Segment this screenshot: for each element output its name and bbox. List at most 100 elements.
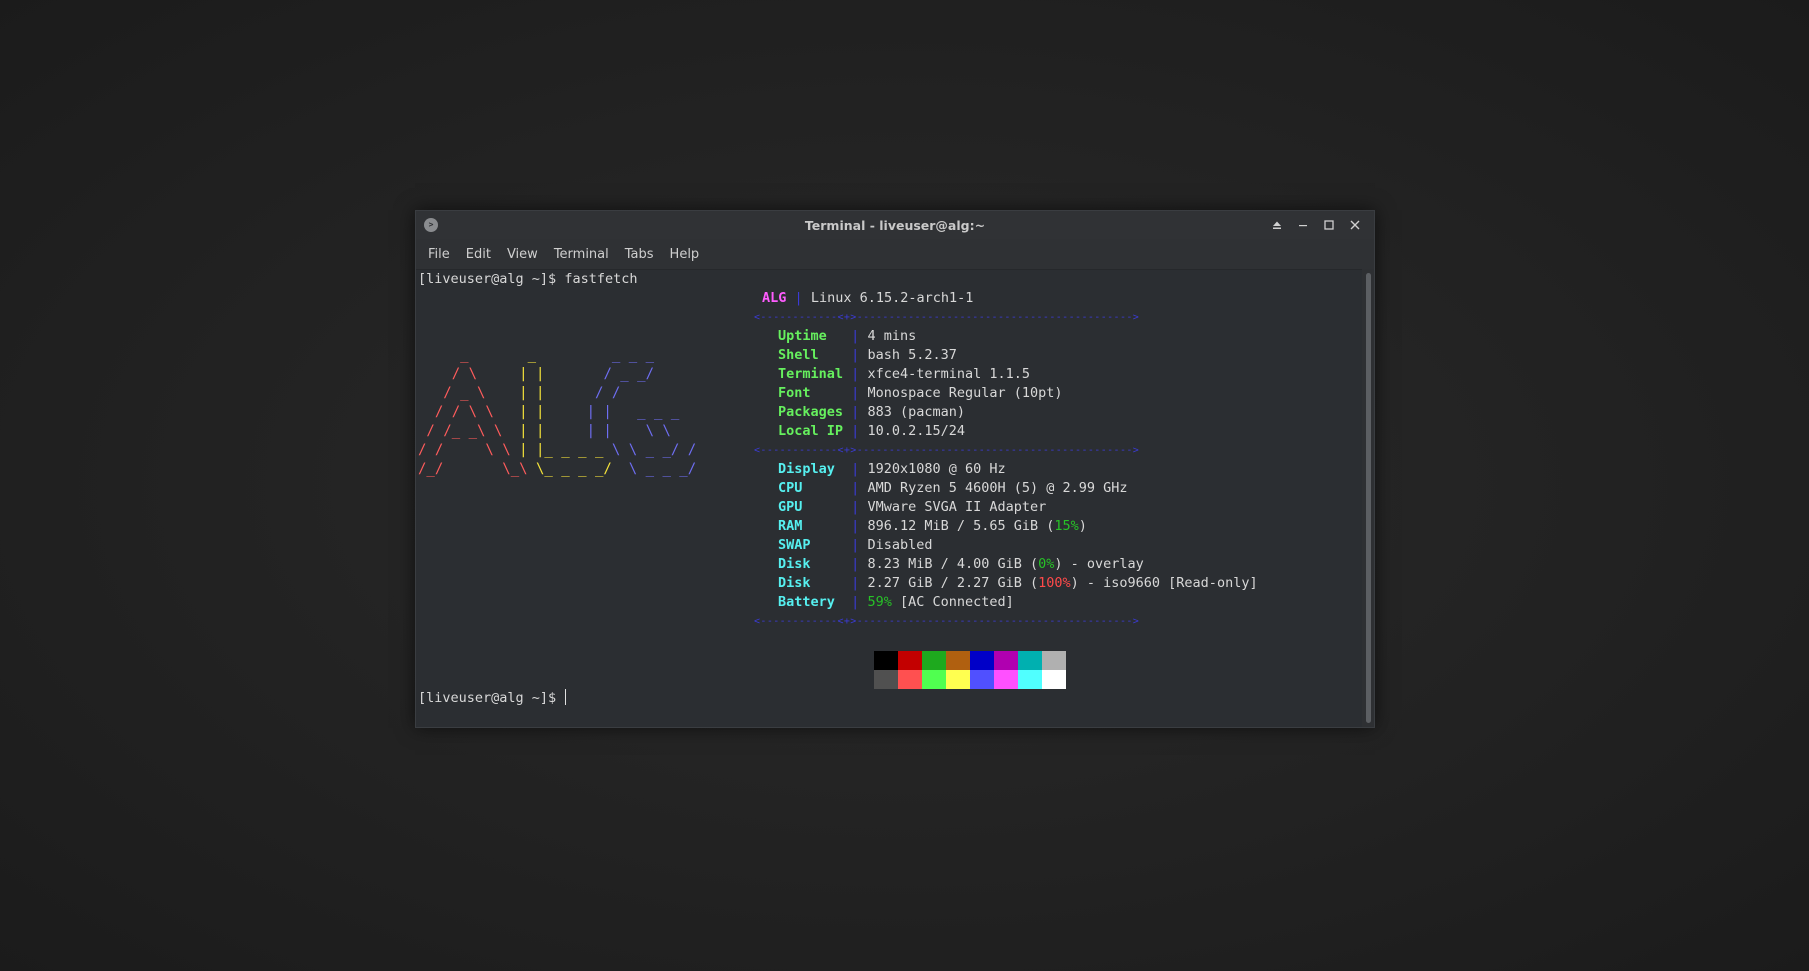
info-row: Shell | bash 5.2.37 xyxy=(778,346,1063,365)
info-value: ) - overlay xyxy=(1054,556,1144,572)
logo-line: / /_ _\ \ | | | | \ \ xyxy=(418,422,705,441)
eject-icon[interactable] xyxy=(1264,211,1290,239)
column-divider: | xyxy=(851,328,860,344)
column-divider: | xyxy=(851,575,860,591)
separator-line: <------------<+>------------------------… xyxy=(754,616,1140,627)
separator-line: <------------<+>------------------------… xyxy=(754,312,1140,323)
info-row: CPU | AMD Ryzen 5 4600H (5) @ 2.99 GHz xyxy=(778,479,1258,498)
info-group-system: Uptime | 4 mins Shell | bash 5.2.37 Termin… xyxy=(778,327,1063,441)
info-percent: 15% xyxy=(1054,518,1079,534)
logo-segment: | | xyxy=(510,404,587,420)
info-value: 883 (pacman) xyxy=(867,404,965,420)
terminal-window[interactable]: > Terminal - liveuser@alg:~ File Edit Vi… xyxy=(415,210,1375,728)
logo-segment: _ xyxy=(510,347,604,363)
command-line: [liveuser@alg ~]$ fastfetch xyxy=(418,270,637,289)
info-key: Display xyxy=(778,461,852,477)
info-value: 896.12 MiB / 5.65 GiB ( xyxy=(867,518,1055,534)
menu-view[interactable]: View xyxy=(499,247,546,262)
info-key: Packages xyxy=(778,404,852,420)
info-key: GPU xyxy=(778,499,852,515)
menu-tabs[interactable]: Tabs xyxy=(617,247,662,262)
column-divider: | xyxy=(851,461,860,477)
minimize-icon[interactable] xyxy=(1290,211,1316,239)
ascii-logo: _ _ _ _ _ / \ | | / _ _/ / _ \ | | / / /… xyxy=(418,346,705,479)
palette-swatch xyxy=(946,670,970,689)
info-row: Display | 1920x1080 @ 60 Hz xyxy=(778,460,1258,479)
logo-segment: / _ \ xyxy=(418,385,511,401)
menu-file[interactable]: File xyxy=(420,247,458,262)
title-bar[interactable]: > Terminal - liveuser@alg:~ xyxy=(416,211,1374,239)
terminal-output[interactable]: [liveuser@alg ~]$ fastfetch _ _ _ _ _ / … xyxy=(416,269,1362,727)
logo-segment: | | \ \ xyxy=(586,423,680,439)
info-value: Monospace Regular (10pt) xyxy=(867,385,1063,401)
column-divider: | xyxy=(851,537,860,553)
info-value: 10.0.2.15/24 xyxy=(867,423,965,439)
info-row: Packages | 883 (pacman) xyxy=(778,403,1063,422)
menu-help[interactable]: Help xyxy=(662,247,708,262)
menu-terminal[interactable]: Terminal xyxy=(546,247,617,262)
palette-swatch xyxy=(874,670,898,689)
column-divider: | xyxy=(851,499,860,515)
info-key: Local IP xyxy=(778,423,852,439)
logo-segment: /_/ \_\ xyxy=(418,461,528,477)
logo-segment: / _ _/ xyxy=(603,366,663,382)
info-key: SWAP xyxy=(778,537,852,553)
palette-swatch xyxy=(898,651,922,670)
column-divider: | xyxy=(851,423,860,439)
info-value: [AC Connected] xyxy=(891,594,1014,610)
column-divider: | xyxy=(851,366,860,382)
menu-edit[interactable]: Edit xyxy=(458,247,499,262)
info-value: 1920x1080 @ 60 Hz xyxy=(867,461,1006,477)
logo-line: / / \ \ | |_ _ _ _ \ \ _ _/ / xyxy=(418,441,705,460)
info-key: RAM xyxy=(778,518,852,534)
info-key: Disk xyxy=(778,575,852,591)
logo-segment: \ \ _ _/ / xyxy=(611,442,705,458)
scrollbar[interactable] xyxy=(1362,269,1374,727)
terminal-icon[interactable]: > xyxy=(424,218,438,232)
palette-swatch xyxy=(1042,670,1066,689)
info-value: Disabled xyxy=(867,537,933,553)
palette-swatch xyxy=(1018,651,1042,670)
logo-segment: / / xyxy=(595,385,646,401)
window-title: Terminal - liveuser@alg:~ xyxy=(804,217,986,233)
logo-segment: | | xyxy=(510,385,596,401)
column-divider: | xyxy=(851,594,860,610)
close-icon[interactable] xyxy=(1342,211,1368,239)
logo-segment: | |_ _ _ _ xyxy=(510,442,612,458)
info-row: SWAP | Disabled xyxy=(778,536,1258,555)
info-value: ) xyxy=(1078,518,1087,534)
menu-bar: File Edit View Terminal Tabs Help xyxy=(416,239,1374,269)
logo-line: / _ \ | | / / xyxy=(418,384,705,403)
palette-swatch xyxy=(898,670,922,689)
info-key: Shell xyxy=(778,347,852,363)
palette-swatch xyxy=(994,670,1018,689)
logo-segment: / / \ \ xyxy=(418,442,511,458)
prompt: [liveuser@alg ~]$ xyxy=(418,271,565,287)
logo-segment: | | _ _ _ xyxy=(586,404,688,420)
info-value: AMD Ryzen 5 4600H (5) @ 2.99 GHz xyxy=(867,480,1128,496)
info-key: Disk xyxy=(778,556,852,572)
column-divider: | xyxy=(851,556,860,572)
column-divider: | xyxy=(851,347,860,363)
scrollbar-thumb[interactable] xyxy=(1366,273,1371,723)
info-key: Font xyxy=(778,385,852,401)
maximize-icon[interactable] xyxy=(1316,211,1342,239)
palette-swatch xyxy=(970,670,994,689)
info-value: 2.27 GiB / 2.27 GiB ( xyxy=(867,575,1039,591)
info-key: Battery xyxy=(778,594,852,610)
info-key: Terminal xyxy=(778,366,852,382)
info-row: RAM | 896.12 MiB / 5.65 GiB (15%) xyxy=(778,517,1258,536)
column-divider: | xyxy=(851,518,860,534)
text-cursor xyxy=(565,689,567,705)
os-kernel: Linux 6.15.2-arch1-1 xyxy=(810,290,974,306)
logo-segment: / /_ _\ \ xyxy=(418,423,511,439)
info-percent: 0% xyxy=(1038,556,1055,572)
info-percent: 100% xyxy=(1038,575,1071,591)
logo-line: /_/ \_\ \_ _ _ _/ \ _ _ _/ xyxy=(418,460,705,479)
logo-segment: \_ _ _ _/ xyxy=(527,461,621,477)
logo-segment: \ _ _ _/ xyxy=(620,461,705,477)
info-key: CPU xyxy=(778,480,852,496)
logo-line: / / \ \ | | | | _ _ _ xyxy=(418,403,705,422)
input-line[interactable]: [liveuser@alg ~]$ xyxy=(418,689,567,708)
logo-segment: | | xyxy=(510,423,587,439)
